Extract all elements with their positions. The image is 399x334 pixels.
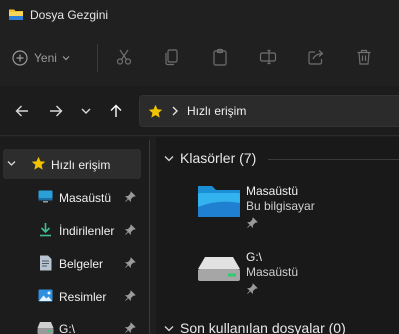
arrow-left-icon: [15, 105, 28, 117]
folder-tile-drive-g[interactable]: G:\ Masaüstü: [196, 247, 386, 301]
pin-icon[interactable]: [124, 257, 136, 269]
chevron-down-icon[interactable]: [7, 160, 16, 167]
recent-locations-button[interactable]: [76, 101, 96, 121]
plus-circle-icon: [12, 50, 28, 66]
rename-button[interactable]: [258, 47, 278, 67]
star-icon: [148, 104, 163, 118]
sidebar-item-downloads[interactable]: İndirilenler: [0, 215, 148, 245]
delete-button[interactable]: [354, 47, 374, 67]
sidebar-item-label: İndirilenler: [59, 224, 115, 238]
title-bar: Dosya Gezgini: [0, 0, 399, 30]
sidebar-item-label: Masaüstü: [59, 191, 112, 205]
tile-subtitle: Masaüstü: [246, 265, 299, 279]
file-explorer-window: Dosya Gezgini Yeni Hızlı erişim Hızlı er…: [0, 0, 399, 334]
pin-icon[interactable]: [124, 322, 136, 334]
breadcrumb-current[interactable]: Hızlı erişim: [187, 104, 246, 118]
command-bar: Yeni: [0, 30, 399, 86]
new-button[interactable]: Yeni: [12, 46, 76, 70]
copy-button[interactable]: [162, 47, 182, 67]
tile-name: Masaüstü: [246, 184, 299, 198]
rename-icon: [259, 49, 277, 65]
pin-icon[interactable]: [124, 224, 136, 236]
address-bar[interactable]: Hızlı erişim: [139, 95, 399, 127]
chevron-down-icon[interactable]: [164, 325, 174, 332]
up-button[interactable]: [106, 101, 126, 121]
paste-button[interactable]: [210, 47, 230, 67]
share-button[interactable]: [306, 47, 326, 67]
chevron-right-icon[interactable]: [171, 106, 179, 116]
cut-button[interactable]: [114, 47, 134, 67]
download-icon: [40, 223, 51, 237]
content-pane: Klasörler (7) Masaüstü Bu bilgisayar G:\…: [156, 137, 399, 334]
sidebar-item-quick-access[interactable]: Hızlı erişim: [3, 149, 141, 179]
sidebar-item-label: Resimler: [59, 290, 107, 304]
sidebar-item-drive-g[interactable]: G:\: [0, 313, 148, 334]
pin-icon[interactable]: [124, 191, 136, 203]
chevron-down-icon: [81, 108, 91, 114]
tile-name: G:\: [246, 250, 263, 264]
arrow-up-icon: [110, 104, 122, 117]
documents-icon: [40, 255, 52, 271]
chevron-down-icon: [62, 56, 70, 61]
pictures-icon: [38, 289, 53, 302]
sidebar-item-label: Hızlı erişim: [51, 158, 111, 172]
star-icon: [31, 156, 46, 170]
back-button[interactable]: [12, 101, 32, 121]
drive-icon: [198, 257, 240, 281]
arrow-right-icon: [50, 105, 63, 117]
folder-tile-desktop[interactable]: Masaüstü Bu bilgisayar: [196, 181, 386, 235]
delete-icon: [357, 49, 371, 65]
folders-section-title: Klasörler (7): [180, 150, 257, 166]
navigation-pane: Hızlı erişim Masaüstü İndirilenler Belge…: [0, 137, 150, 334]
recent-section-header[interactable]: Son kullanılan dosyalar (0): [164, 320, 346, 334]
recent-section-title: Son kullanılan dosyalar (0): [180, 320, 346, 334]
sidebar-item-label: Belgeler: [59, 257, 104, 271]
section-divider: [268, 159, 399, 160]
forward-button[interactable]: [46, 101, 66, 121]
sidebar-item-label: G:\: [59, 322, 76, 334]
cut-icon: [116, 49, 132, 65]
pin-icon: [247, 283, 258, 294]
sidebar-item-pictures[interactable]: Resimler: [0, 281, 148, 311]
sidebar-item-desktop[interactable]: Masaüstü: [0, 182, 148, 212]
window-title: Dosya Gezgini: [30, 8, 109, 22]
share-icon: [308, 50, 324, 65]
pin-icon[interactable]: [124, 290, 136, 302]
navigation-bar: Hızlı erişim: [0, 86, 399, 136]
toolbar-separator: [97, 44, 98, 72]
drive-icon: [37, 322, 54, 334]
pane-divider[interactable]: [149, 140, 150, 334]
file-explorer-icon: [9, 9, 23, 20]
chevron-down-icon[interactable]: [164, 155, 174, 162]
new-button-label: Yeni: [34, 51, 57, 65]
pin-icon: [247, 217, 258, 228]
copy-icon: [165, 49, 178, 66]
desktop-folder-icon: [198, 186, 240, 217]
tile-subtitle: Bu bilgisayar: [246, 199, 315, 213]
paste-icon: [213, 48, 227, 66]
folders-section-header[interactable]: Klasörler (7): [164, 150, 256, 166]
desktop-icon: [38, 190, 53, 203]
sidebar-item-documents[interactable]: Belgeler: [0, 248, 148, 278]
